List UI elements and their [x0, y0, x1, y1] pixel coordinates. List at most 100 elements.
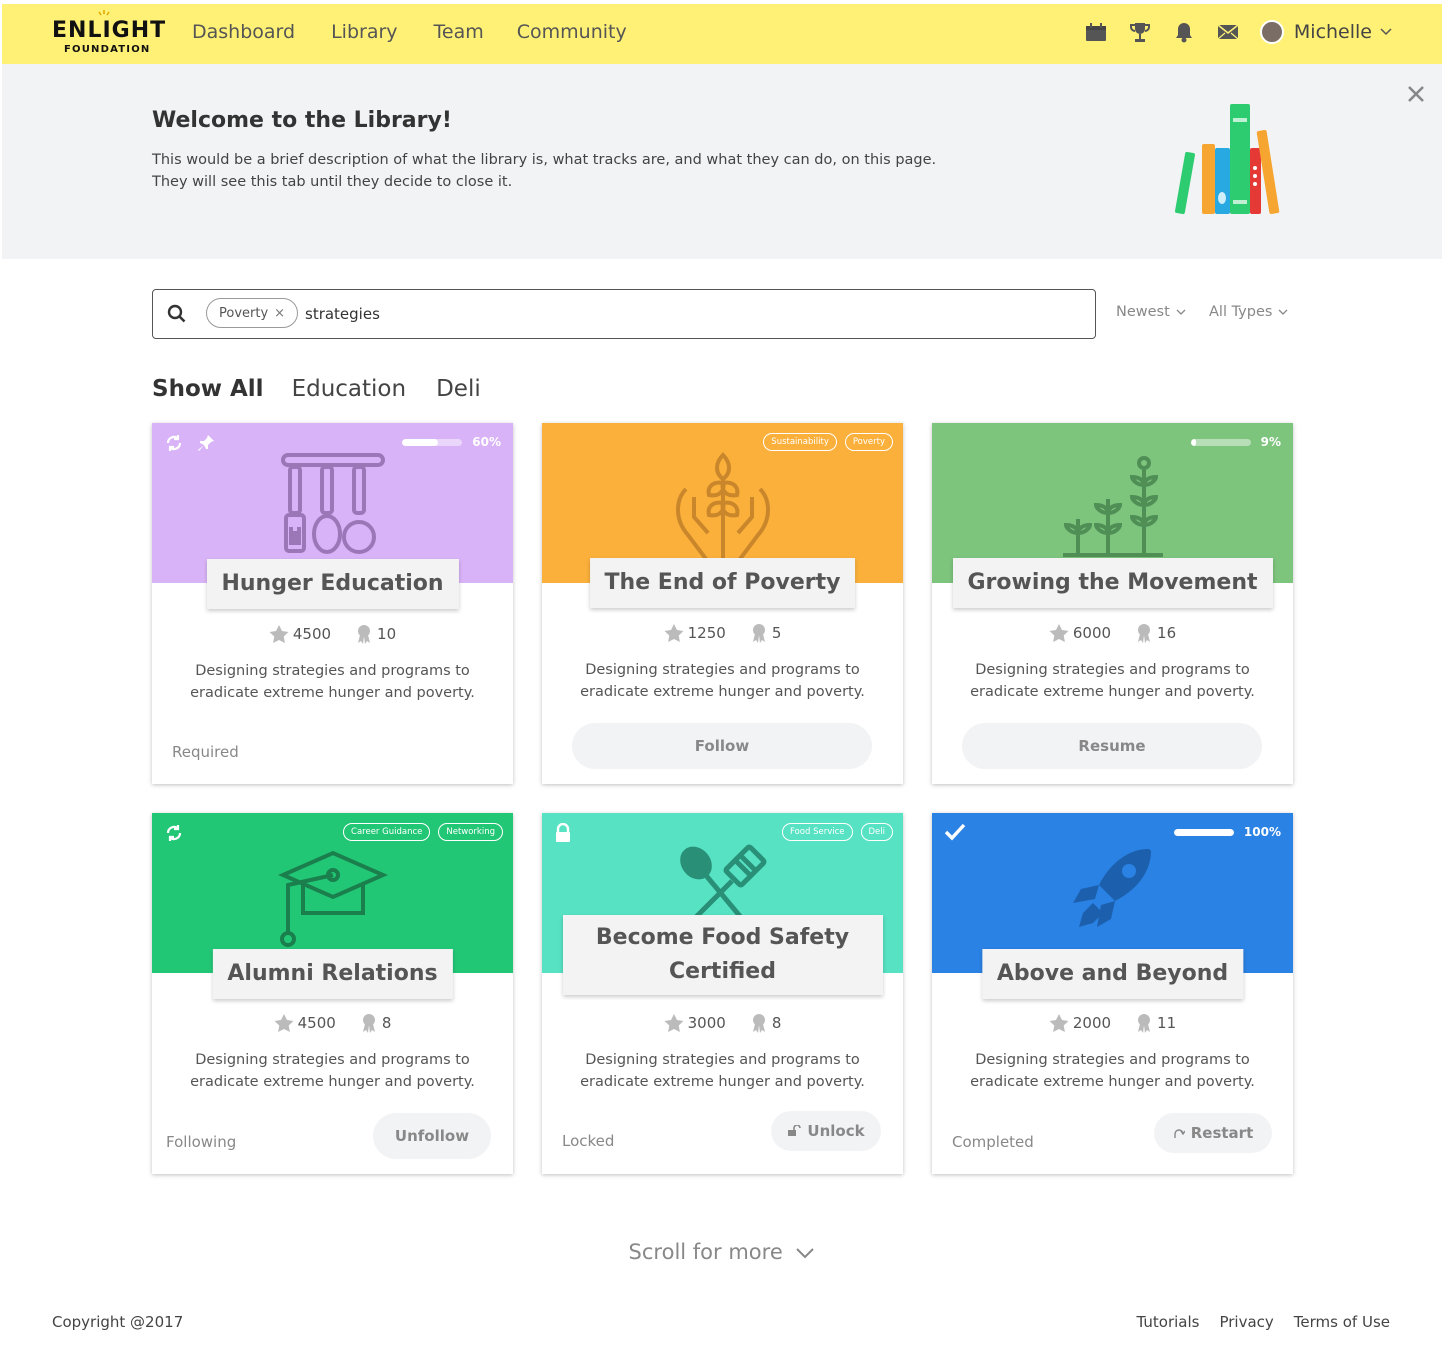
bell-icon[interactable]: [1172, 20, 1196, 44]
user-menu[interactable]: Michelle: [1259, 20, 1392, 44]
star-count: 2000: [1049, 1013, 1111, 1033]
search-box[interactable]: Poverty ×: [152, 289, 1096, 339]
tab-show-all[interactable]: Show All: [152, 376, 264, 402]
follow-button[interactable]: Follow: [572, 723, 872, 769]
logo-text: ENLIGHT: [52, 18, 167, 43]
plants-icon: [1062, 456, 1163, 557]
track-card-growing-the-movement[interactable]: 9% Growing the Movement 6000 16 Designin…: [932, 423, 1293, 784]
card-status: Following: [166, 1133, 237, 1151]
card-description: Designing strategies and programs to era…: [580, 662, 865, 700]
card-title: Above and Beyond: [981, 949, 1244, 999]
type-dropdown[interactable]: All Types: [1209, 304, 1288, 320]
spoon-spatula-icon: [679, 844, 766, 923]
card-description: Designing strategies and programs to era…: [190, 1052, 475, 1090]
progress-fill: [1190, 438, 1197, 446]
track-card-alumni-relations[interactable]: Career Guidance Networking Alumni Relati…: [152, 813, 513, 1174]
spark-icon: [98, 10, 110, 16]
progress-percent: 100%: [1243, 825, 1281, 839]
chevron-down-icon: [1176, 309, 1186, 315]
footer-link-terms[interactable]: Terms of Use: [1294, 1313, 1390, 1331]
checkmark-icon: [944, 823, 966, 841]
main-nav: Dashboard Library Team Community: [192, 21, 663, 43]
unlock-label: Unlock: [807, 1122, 865, 1140]
card-stats: 3000 8: [542, 1013, 903, 1033]
tag[interactable]: Deli: [860, 823, 893, 841]
close-icon[interactable]: [1404, 82, 1428, 106]
nav-community[interactable]: Community: [517, 21, 627, 43]
restart-label: Restart: [1190, 1124, 1254, 1142]
mail-icon[interactable]: [1216, 20, 1240, 44]
star-icon: [1049, 1014, 1069, 1032]
progress-percent: 60%: [472, 435, 501, 449]
sort-label: Newest: [1116, 304, 1170, 320]
footer-link-privacy[interactable]: Privacy: [1219, 1313, 1273, 1331]
banner-line-1: This would be a brief description of wha…: [152, 152, 937, 168]
nav-library[interactable]: Library: [331, 21, 397, 43]
books-illustration-icon: [1175, 104, 1280, 215]
repeat-icon[interactable]: [164, 823, 184, 843]
footer-link-tutorials[interactable]: Tutorials: [1137, 1313, 1200, 1331]
repeat-icon[interactable]: [164, 433, 184, 453]
tab-education[interactable]: Education: [292, 376, 407, 402]
progress-percent: 9%: [1260, 435, 1281, 449]
progress-indicator: 100%: [1173, 825, 1281, 839]
search-input[interactable]: [305, 298, 1065, 330]
chevron-down-icon: [1380, 28, 1392, 36]
unfollow-button[interactable]: Unfollow: [373, 1113, 491, 1159]
filter-chip[interactable]: Poverty ×: [206, 298, 299, 328]
star-count: 4500: [274, 1013, 336, 1033]
progress-fill: [1173, 828, 1234, 836]
top-nav-bar: ENLIGHT FOUNDATION Dashboard Library Tea…: [2, 4, 1442, 64]
restart-button[interactable]: Restart: [1154, 1113, 1272, 1153]
type-label: All Types: [1209, 304, 1273, 320]
kitchen-utensils-icon: [280, 453, 385, 554]
trophy-count: 8: [360, 1013, 391, 1033]
progress-indicator: 60%: [402, 435, 501, 449]
calendar-icon[interactable]: [1084, 20, 1108, 44]
card-title: Hunger Education: [206, 559, 459, 609]
award-icon: [1138, 1014, 1151, 1033]
card-title: Become Food Safety Certified: [562, 915, 883, 995]
chevron-down-icon: [1278, 309, 1288, 315]
sort-dropdown[interactable]: Newest: [1116, 304, 1186, 320]
card-title: The End of Poverty: [589, 558, 856, 608]
tag[interactable]: Food Service: [782, 823, 853, 841]
track-card-hunger-education[interactable]: 60% Hunger Education 4500 10 Designing s…: [152, 423, 513, 784]
card-title: Alumni Relations: [212, 949, 453, 999]
award-icon: [752, 1014, 765, 1033]
nav-team[interactable]: Team: [434, 21, 484, 43]
tab-deli[interactable]: Deli: [436, 376, 481, 402]
footer-links: Tutorials Privacy Terms of Use: [1117, 1313, 1390, 1331]
star-icon: [664, 624, 684, 642]
trophy-icon[interactable]: [1128, 20, 1152, 44]
scroll-for-more[interactable]: Scroll for more: [0, 1240, 1444, 1264]
track-card-above-and-beyond[interactable]: 100% Above and Beyond 2000 11 Designing …: [932, 813, 1293, 1174]
scroll-label: Scroll for more: [628, 1240, 783, 1264]
card-stats: 4500 8: [152, 1013, 513, 1033]
banner-title: Welcome to the Library!: [152, 108, 452, 133]
unlock-button[interactable]: Unlock: [771, 1111, 881, 1151]
nav-dashboard[interactable]: Dashboard: [192, 21, 295, 43]
logo-subtext: FOUNDATION: [64, 44, 151, 55]
tag-list: Food Service Deli: [774, 823, 893, 841]
welcome-banner: Welcome to the Library! This would be a …: [2, 64, 1442, 259]
trophy-count: 11: [1135, 1013, 1176, 1033]
card-stats: 4500 10: [152, 624, 513, 644]
filter-chip-label: Poverty: [219, 305, 269, 321]
tag[interactable]: Networking: [438, 823, 503, 841]
track-card-food-safety[interactable]: Food Service Deli Become Food Safety Cer…: [542, 813, 903, 1174]
enlight-logo[interactable]: ENLIGHT FOUNDATION: [52, 10, 167, 58]
resume-button[interactable]: Resume: [962, 723, 1262, 769]
star-count: 4500: [269, 624, 331, 644]
star-count: 3000: [664, 1013, 726, 1033]
pin-icon[interactable]: [196, 433, 216, 453]
remove-chip-icon[interactable]: ×: [274, 306, 285, 321]
card-status: Required: [172, 743, 239, 761]
category-tabs: Show All Education Deli: [152, 376, 509, 402]
award-icon: [1138, 624, 1151, 643]
tag[interactable]: Poverty: [844, 433, 893, 451]
track-card-end-of-poverty[interactable]: Sustainability Poverty The End of Povert…: [542, 423, 903, 784]
award-icon: [362, 1014, 375, 1033]
restart-icon: [1174, 1129, 1185, 1138]
progress-bar: [1190, 438, 1251, 446]
